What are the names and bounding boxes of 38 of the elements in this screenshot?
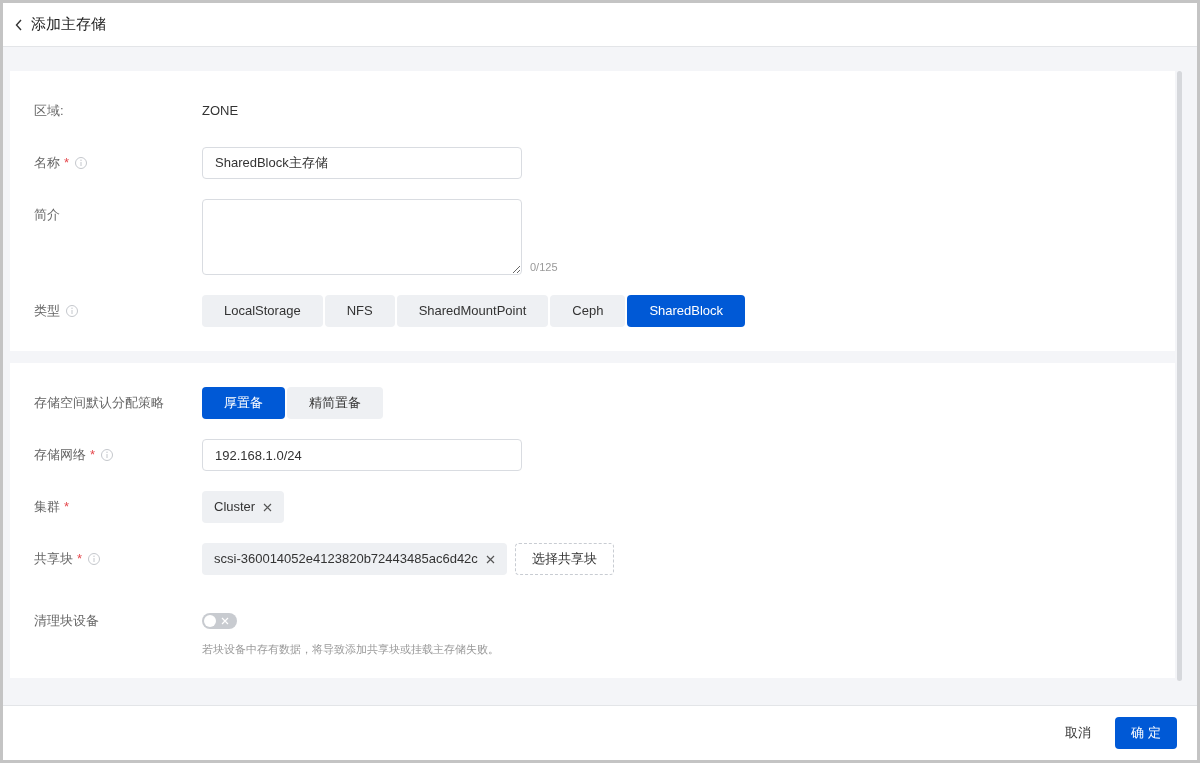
confirm-button[interactable]: 确 定	[1115, 717, 1177, 749]
required-mark: *	[77, 550, 83, 569]
option-tab[interactable]: LocalStorage	[202, 295, 323, 327]
close-icon[interactable]	[263, 502, 273, 512]
field-label: 名称	[34, 154, 60, 173]
back-icon[interactable]	[15, 18, 23, 31]
select-shared-block-button[interactable]: 选择共享块	[514, 543, 614, 575]
scrollbar[interactable]	[1177, 71, 1182, 681]
field-label: 共享块	[34, 550, 73, 569]
cancel-button[interactable]: 取消	[1065, 723, 1092, 743]
selected-tag: Cluster	[202, 491, 285, 523]
option-tab[interactable]: SharedMountPoint	[396, 295, 549, 327]
selected-tag: scsi-360014052e4123820b72443485ac6d42c	[202, 543, 507, 575]
input-field[interactable]: 192.168.1.0/24	[202, 439, 522, 471]
field-value: ZONE	[202, 102, 239, 120]
close-icon	[221, 617, 229, 625]
field-label: 清理块设备	[34, 612, 99, 631]
close-icon[interactable]	[485, 554, 495, 564]
field-label: 类型	[34, 302, 60, 321]
required-mark: *	[90, 446, 96, 465]
page-title: 添加主存储	[31, 14, 106, 35]
required-mark: *	[64, 498, 70, 517]
option-tab[interactable]: 精简置备	[287, 387, 383, 419]
field-label: 集群	[34, 498, 60, 517]
character-counter: 0/125	[530, 259, 558, 275]
field-label: 区域:	[34, 102, 64, 121]
field-label: 存储空间默认分配策略	[34, 394, 164, 413]
option-tab[interactable]: Ceph	[550, 295, 626, 327]
hint-text: 若块设备中存有数据，将导致添加共享块或挂载主存储失败。	[202, 642, 499, 657]
toggle-switch[interactable]	[202, 613, 237, 629]
field-label: 存储网络	[34, 446, 86, 465]
required-mark: *	[64, 154, 70, 173]
option-tab[interactable]: NFS	[324, 295, 395, 327]
option-tab[interactable]: SharedBlock	[627, 295, 746, 327]
description-field[interactable]	[202, 199, 522, 275]
field-label: 简介	[34, 206, 60, 225]
option-tab[interactable]: 厚置备	[202, 387, 285, 419]
input-field[interactable]: SharedBlock主存储	[202, 147, 522, 179]
